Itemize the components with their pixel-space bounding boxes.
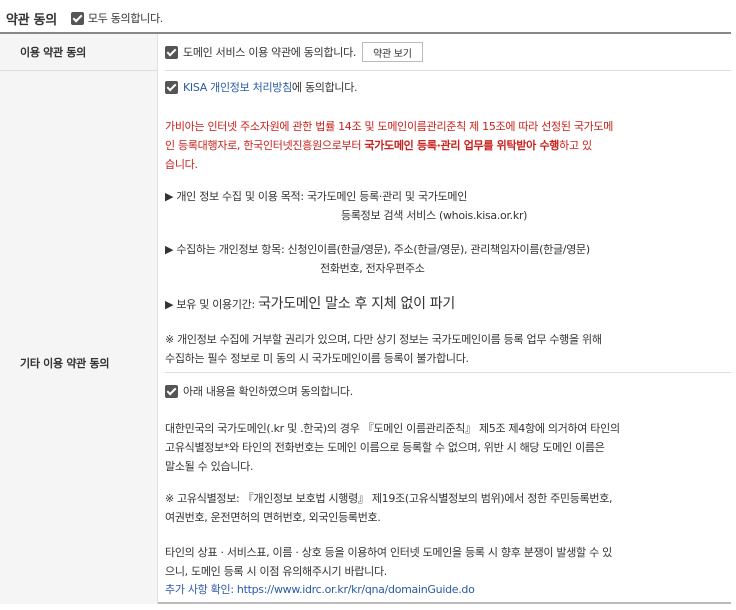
red-notice-bold: 국가도메인 등록·관리 업무를 위탁받아 수행	[364, 139, 560, 152]
confirm-checkbox-line: 아래 내용을 확인하였으며 동의합니다.	[165, 383, 353, 399]
more-info-link[interactable]: 추가 사항 확인: https://www.idrc.or.kr/kr/qna/…	[165, 581, 475, 597]
privacy-checkbox-label: KISA 개인정보 처리방침에 동의합니다.	[183, 79, 358, 95]
view-terms-button[interactable]: 약관 보기	[362, 42, 423, 62]
privacy-suffix: 에 동의합니다.	[291, 81, 358, 94]
red-notice-line-2: 인 등록대행자로, 한국인터넷진흥원으로부터 국가도메인 등록·관리 업무를 위…	[165, 137, 592, 153]
red-notice-line-1: 가비아는 인터넷 주소자원에 관한 법률 14조 및 도메인이름관리준칙 제 1…	[165, 120, 614, 133]
section-title: 약관 동의	[6, 12, 57, 28]
agreement-table: 이용 약관 동의 기타 이용 약관 동의 도메인 서비스 이용 약관에 동의합니…	[0, 32, 731, 604]
terms-checkbox-label[interactable]: 도메인 서비스 이용 약관에 동의합니다.	[183, 44, 356, 60]
red-notice-text: 인 등록대행자로, 한국인터넷진흥원으로부터	[165, 139, 365, 152]
privacy-policy-link[interactable]: KISA 개인정보 처리방침	[183, 81, 292, 94]
confirm-p2-line-1: ※ 고유식별정보: 『개인정보 보호법 시행령』 제19조(고유식별정보의 범위…	[165, 492, 613, 505]
confirm-section: 아래 내용을 확인하였으며 동의합니다. 대한민국의 국가도메인(.kr 및 .…	[165, 373, 731, 604]
note-line-2: 수집하는 필수 정보로 미 동의 시 국가도메인이름 등록이 불가합니다.	[165, 352, 469, 365]
terms-row: 도메인 서비스 이용 약관에 동의합니다. 약관 보기	[165, 34, 731, 71]
items-line-2: 전화번호, 전자우편주소	[320, 262, 425, 275]
purpose-line-1: ▶ 개인 정보 수집 및 이용 목적: 국가도메인 등록·관리 및 국가도메인	[165, 190, 468, 203]
confirm-checkbox[interactable]	[165, 384, 178, 398]
confirm-checkbox-label[interactable]: 아래 내용을 확인하였으며 동의합니다.	[183, 383, 353, 399]
agree-all-label[interactable]: 모두 동의합니다.	[88, 10, 163, 26]
privacy-section: KISA 개인정보 처리방침에 동의합니다. 가비아는 인터넷 주소자원에 관한…	[165, 71, 731, 373]
confirm-p2-line-2: 여권번호, 운전면허의 면허번호, 외국인등록번호.	[165, 511, 381, 524]
agree-all-checkbox[interactable]	[70, 11, 84, 25]
red-notice-line-3: 습니다.	[165, 158, 198, 171]
confirm-p1-line-1: 대한민국의 국가도메인(.kr 및 .한국)의 경우 『도메인 이름관리준칙』 …	[165, 422, 620, 435]
privacy-checkbox-line: KISA 개인정보 처리방침에 동의합니다.	[165, 79, 358, 95]
retention-label: ▶ 보유 및 이용기간:	[165, 298, 259, 311]
confirm-p3-line-2: 으니, 도메인 등록 시 이점 유의해주시기 바랍니다.	[165, 565, 387, 578]
retention-value: 국가도메인 말소 후 지체 없이 파기	[258, 296, 455, 312]
items-line-1: ▶ 수집하는 개인정보 항목: 신청인이름(한글/영문), 주소(한글/영문),…	[165, 243, 590, 256]
other-terms-row-label-cell: 기타 이용 약관 동의	[0, 71, 158, 604]
confirm-p1-line-3: 말소될 수 있습니다.	[165, 460, 254, 473]
retention-line: ▶ 보유 및 이용기간: 국가도메인 말소 후 지체 없이 파기	[165, 293, 455, 313]
other-terms-row-label: 기타 이용 약관 동의	[20, 357, 110, 370]
note-line-1: ※ 개인정보 수집에 거부할 권리가 있으며, 다만 상기 정보는 국가도메인이…	[165, 333, 602, 346]
confirm-p3-line-1: 타인의 상표 · 서비스표, 이름 · 상호 등을 이용하여 인터넷 도메인을 …	[165, 546, 612, 559]
purpose-line-2: 등록정보 검색 서비스 (whois.kisa.or.kr)	[341, 209, 528, 222]
privacy-checkbox[interactable]	[165, 80, 178, 94]
red-notice-text-end: 하고 있	[559, 139, 592, 152]
terms-checkbox[interactable]	[165, 45, 178, 59]
agreement-header: 약관 동의 모두 동의합니다.	[6, 8, 163, 28]
terms-row-label: 이용 약관 동의	[0, 34, 158, 71]
confirm-p1-line-2: 고유식별정보*와 타인의 전화번호는 도메인 이름으로 등록할 수 없으며, 위…	[165, 441, 605, 454]
